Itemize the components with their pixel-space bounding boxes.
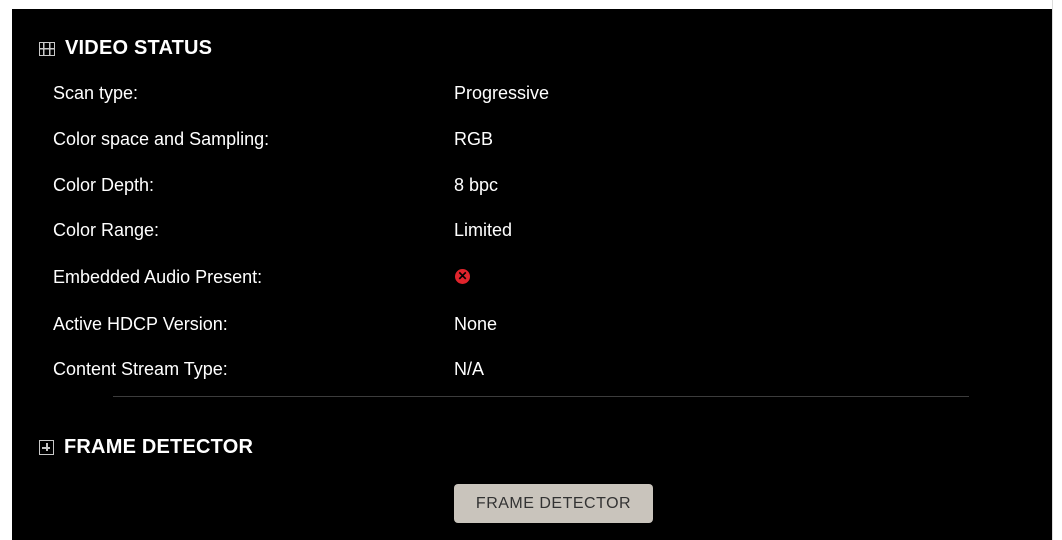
status-row-content-stream: Content Stream Type: N/A [53, 357, 753, 381]
row-value: Limited [454, 220, 513, 240]
row-value: 8 bpc [454, 175, 499, 195]
film-icon [39, 41, 55, 56]
status-row-color-space: Color space and Sampling: RGB [53, 127, 753, 151]
row-value: None [454, 314, 498, 334]
x-circle-icon: ✕ [455, 269, 470, 284]
frame-detector-title: FRAME DETECTOR [64, 436, 254, 458]
row-value: RGB [454, 129, 494, 149]
video-status-panel: VIDEO STATUS Scan type: Progressive Colo… [12, 9, 1052, 540]
video-status-header: VIDEO STATUS [39, 37, 212, 60]
row-value: Progressive [454, 83, 550, 103]
scrollbar-track[interactable] [1052, 0, 1062, 540]
status-row-color-depth: Color Depth: 8 bpc [53, 173, 753, 197]
row-label: Embedded Audio Present: [53, 267, 263, 287]
row-label: Color Range: [53, 220, 160, 240]
status-row-hdcp-version: Active HDCP Version: None [53, 312, 753, 336]
row-label: Content Stream Type: [53, 359, 228, 379]
video-status-title: VIDEO STATUS [65, 37, 213, 59]
frame-detector-header: FRAME DETECTOR [39, 436, 253, 459]
plus-box-icon [39, 440, 54, 455]
section-divider [113, 396, 969, 397]
row-label: Color Depth: [53, 175, 155, 195]
status-row-color-range: Color Range: Limited [53, 218, 753, 242]
row-label: Color space and Sampling: [53, 129, 270, 149]
status-row-embedded-audio: Embedded Audio Present: ✕ [53, 265, 753, 289]
row-value: N/A [454, 359, 485, 379]
frame-detector-button[interactable]: FRAME DETECTOR [454, 484, 653, 523]
row-label: Scan type: [53, 83, 139, 103]
row-label: Active HDCP Version: [53, 314, 228, 334]
status-row-scan-type: Scan type: Progressive [53, 81, 753, 105]
